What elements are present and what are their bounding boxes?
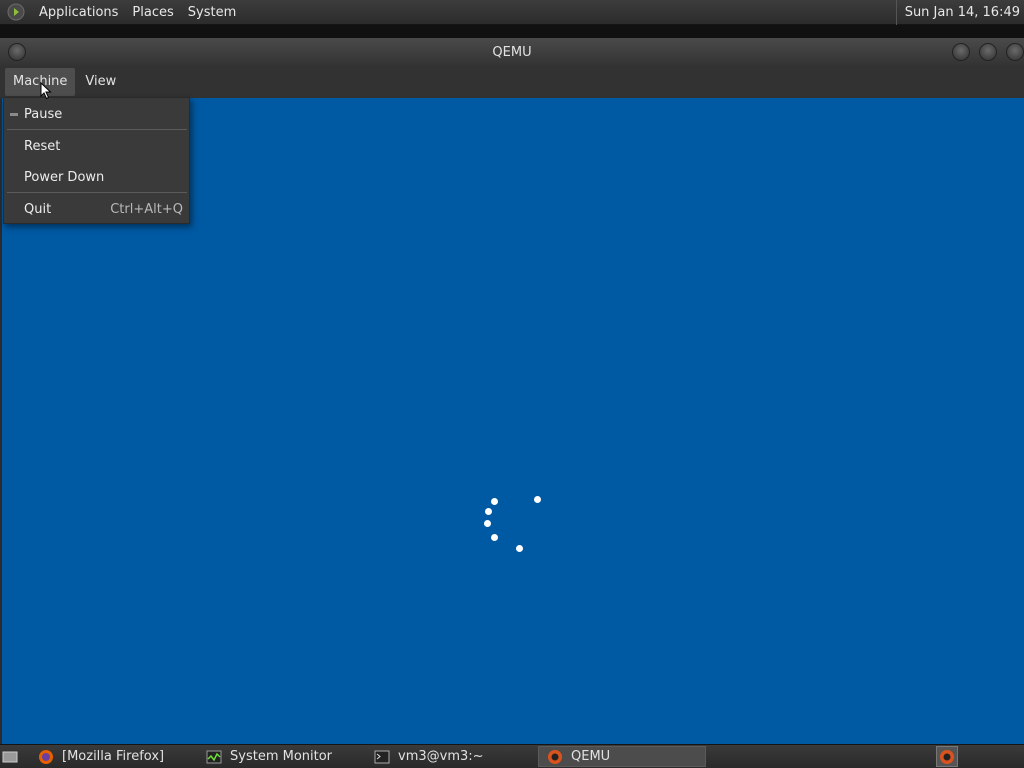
show-desktop-icon — [2, 751, 18, 762]
task-label: vm3@vm3:~ — [398, 749, 484, 764]
spinner-dot — [491, 534, 498, 541]
window-menubar: Machine View — [0, 66, 1024, 98]
show-desktop-button[interactable] — [2, 746, 22, 767]
workspace-switcher[interactable] — [936, 746, 958, 767]
menu-item-power-down[interactable]: Power Down — [4, 163, 189, 191]
menu-separator — [7, 192, 187, 193]
menu-item-quit[interactable]: Quit Ctrl+Alt+Q — [4, 195, 189, 223]
distro-logo-icon[interactable] — [6, 2, 26, 22]
menu-view[interactable]: View — [77, 68, 124, 96]
applications-menu[interactable]: Applications — [32, 5, 125, 20]
menu-separator — [7, 129, 187, 130]
terminal-icon — [374, 749, 390, 765]
firefox-icon — [38, 749, 54, 765]
task-label: [Mozilla Firefox] — [62, 749, 165, 764]
menu-item-label: Pause — [24, 106, 63, 122]
maximize-icon[interactable] — [979, 43, 997, 61]
background-terminal-strip — [0, 25, 1024, 39]
mouse-pointer-icon — [40, 82, 52, 100]
qemu-icon — [940, 749, 954, 764]
window-menu-icon[interactable] — [8, 43, 26, 61]
qemu-icon — [547, 749, 563, 765]
taskbar: [Mozilla Firefox] System Monitor vm3@vm3… — [0, 744, 1024, 768]
window-titlebar[interactable]: QEMU — [0, 38, 1024, 66]
task-qemu[interactable]: QEMU — [538, 746, 706, 767]
clock[interactable]: Sun Jan 14, 16:49 — [895, 0, 1024, 25]
machine-menu-dropdown: Pause Reset Power Down Quit Ctrl+Alt+Q — [3, 97, 190, 224]
task-system-monitor[interactable]: System Monitor — [198, 746, 366, 767]
spinner-dot — [491, 498, 498, 505]
checkbox-icon — [10, 112, 18, 116]
task-label: QEMU — [571, 749, 611, 764]
top-panel: Applications Places System Sun Jan 14, 1… — [0, 0, 1024, 25]
places-menu[interactable]: Places — [125, 5, 180, 20]
close-icon[interactable] — [1006, 43, 1024, 61]
spinner-dot — [534, 496, 541, 503]
menu-item-label: Quit — [24, 201, 52, 217]
minimize-icon[interactable] — [952, 43, 970, 61]
spinner-dot — [484, 520, 491, 527]
window-title: QEMU — [492, 44, 532, 60]
menu-item-shortcut: Ctrl+Alt+Q — [110, 201, 183, 217]
spinner-dot — [516, 545, 523, 552]
menu-item-pause[interactable]: Pause — [4, 100, 189, 128]
system-menu[interactable]: System — [181, 5, 243, 20]
menu-item-label: Power Down — [24, 169, 105, 185]
task-label: System Monitor — [230, 749, 333, 764]
menu-item-reset[interactable]: Reset — [4, 132, 189, 160]
task-terminal[interactable]: vm3@vm3:~ — [366, 746, 536, 767]
task-firefox[interactable]: [Mozilla Firefox] — [30, 746, 198, 767]
system-monitor-icon — [206, 749, 222, 765]
menu-item-label: Reset — [24, 138, 61, 154]
spinner-dot — [485, 508, 492, 515]
